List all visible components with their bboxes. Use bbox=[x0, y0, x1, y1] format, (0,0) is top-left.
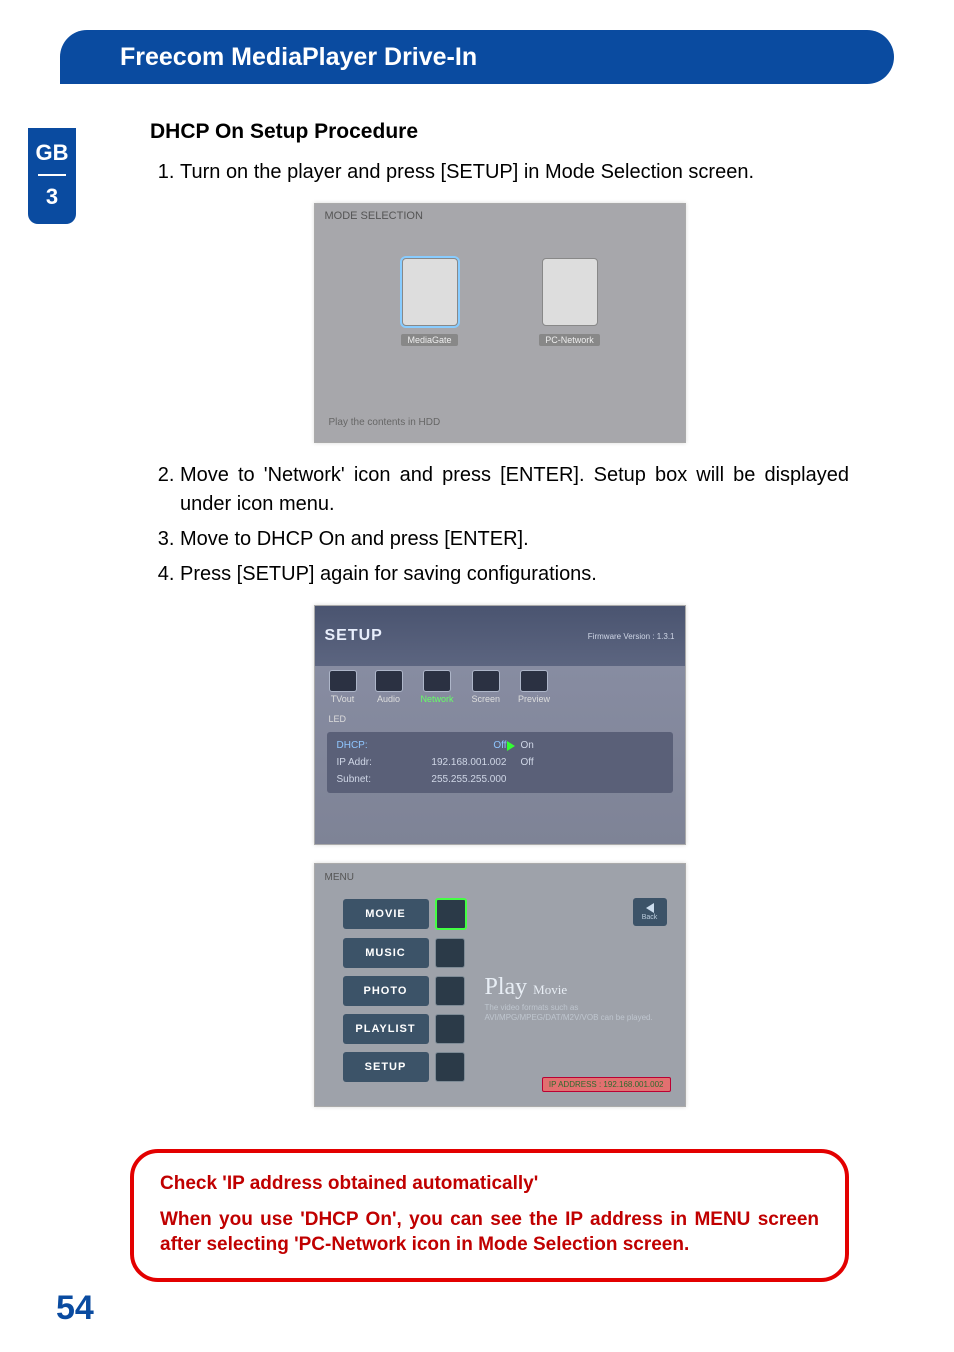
content-area: DHCP On Setup Procedure Turn on the play… bbox=[150, 120, 849, 1262]
photo-icon bbox=[435, 976, 465, 1006]
mode-icon-pcnetwork: PC-Network bbox=[535, 258, 605, 346]
screenshot-menu: MENU MOVIE MUSIC PHOTO PLAYLIST SETUP Ba… bbox=[314, 863, 686, 1107]
movie-icon bbox=[435, 898, 467, 930]
callout-box: Check 'IP address obtained automatically… bbox=[130, 1149, 849, 1282]
pcnetwork-icon bbox=[542, 258, 598, 326]
steps-list-cont: Move to 'Network' icon and press [ENTER]… bbox=[150, 461, 849, 589]
menu-item-photo: PHOTO bbox=[343, 976, 467, 1006]
subnet-key: Subnet: bbox=[337, 774, 397, 785]
pcnetwork-label: PC-Network bbox=[539, 334, 600, 346]
tab-audio: Audio bbox=[375, 670, 403, 704]
step-2: Move to 'Network' icon and press [ENTER]… bbox=[180, 461, 849, 519]
tab-tvout: TVout bbox=[329, 670, 357, 704]
music-icon bbox=[435, 938, 465, 968]
menu-item-playlist: PLAYLIST bbox=[343, 1014, 467, 1044]
menu-item-music: MUSIC bbox=[343, 938, 467, 968]
tab-network: Network bbox=[421, 670, 454, 704]
menu-label: MENU bbox=[325, 872, 354, 883]
step-1: Turn on the player and press [SETUP] in … bbox=[180, 158, 849, 187]
dhcp-value: Off bbox=[397, 740, 507, 751]
step-3: Move to DHCP On and press [ENTER]. bbox=[180, 525, 849, 554]
side-lang-code: GB bbox=[36, 140, 69, 166]
tvout-icon bbox=[329, 670, 357, 692]
header-title: Freecom MediaPlayer Drive-In bbox=[120, 43, 477, 72]
menu-left-list: MOVIE MUSIC PHOTO PLAYLIST SETUP bbox=[343, 898, 467, 1082]
menu-item-movie: MOVIE bbox=[343, 898, 467, 930]
header-banner: Freecom MediaPlayer Drive-In bbox=[60, 30, 894, 84]
play-big-text: Play bbox=[485, 974, 528, 1000]
mode-selection-title: MODE SELECTION bbox=[325, 210, 423, 222]
side-language-tab: GB 3 bbox=[28, 128, 76, 224]
side-chapter-number: 3 bbox=[46, 184, 58, 210]
dhcp-option-off: Off bbox=[521, 757, 581, 768]
manual-page: Freecom MediaPlayer Drive-In GB 3 DHCP O… bbox=[0, 0, 954, 1352]
arrow-right-icon bbox=[507, 741, 515, 751]
playlist-icon bbox=[435, 1014, 465, 1044]
play-movie-panel: Play Movie The video formats such as AVI… bbox=[485, 974, 665, 1023]
mode-selection-hint: Play the contents in HDD bbox=[329, 417, 441, 428]
screen-icon bbox=[472, 670, 500, 692]
steps-list: Turn on the player and press [SETUP] in … bbox=[150, 158, 849, 187]
led-label: LED bbox=[315, 714, 685, 724]
screenshot-setup: SETUP Firmware Version : 1.3.1 TVout Aud… bbox=[314, 605, 686, 845]
tab-screen: Screen bbox=[472, 670, 501, 704]
dhcp-key: DHCP: bbox=[337, 740, 397, 751]
back-button: Back bbox=[633, 898, 667, 926]
callout-line-2: When you use 'DHCP On', you can see the … bbox=[160, 1207, 819, 1258]
step-4: Press [SETUP] again for saving configura… bbox=[180, 560, 849, 589]
network-icon bbox=[423, 670, 451, 692]
ip-value: 192.168.001.002 bbox=[397, 757, 507, 768]
mode-icon-mediagate: MediaGate bbox=[395, 258, 465, 346]
firmware-version: Firmware Version : 1.3.1 bbox=[588, 632, 675, 641]
subnet-value: 255.255.255.000 bbox=[397, 774, 507, 785]
play-small-text: Movie bbox=[533, 982, 567, 997]
page-number: 54 bbox=[56, 1289, 94, 1328]
section-title: DHCP On Setup Procedure bbox=[150, 120, 849, 144]
dhcp-option-on: On bbox=[521, 740, 581, 751]
ip-address-bar: IP ADDRESS : 192.168.001.002 bbox=[542, 1077, 671, 1092]
setup-label: SETUP bbox=[325, 627, 383, 645]
audio-icon bbox=[375, 670, 403, 692]
ip-key: IP Addr: bbox=[337, 757, 397, 768]
tab-preview: Preview bbox=[518, 670, 550, 704]
play-description: The video formats such as AVI/MPG/MPEG/D… bbox=[485, 1003, 665, 1023]
preview-icon bbox=[520, 670, 548, 692]
setup-panel: DHCP: Off On IP Addr: 192.168.001.002 Of… bbox=[327, 732, 673, 793]
menu-item-setup: SETUP bbox=[343, 1052, 467, 1082]
mediagate-label: MediaGate bbox=[401, 334, 457, 346]
setup-tabs: TVout Audio Network Screen Preview bbox=[315, 666, 685, 714]
setup-icon bbox=[435, 1052, 465, 1082]
side-divider bbox=[38, 174, 66, 176]
screenshot-mode-selection: MODE SELECTION MediaGate PC-Network Play… bbox=[314, 203, 686, 443]
mediagate-icon bbox=[402, 258, 458, 326]
callout-line-1: Check 'IP address obtained automatically… bbox=[160, 1171, 819, 1197]
